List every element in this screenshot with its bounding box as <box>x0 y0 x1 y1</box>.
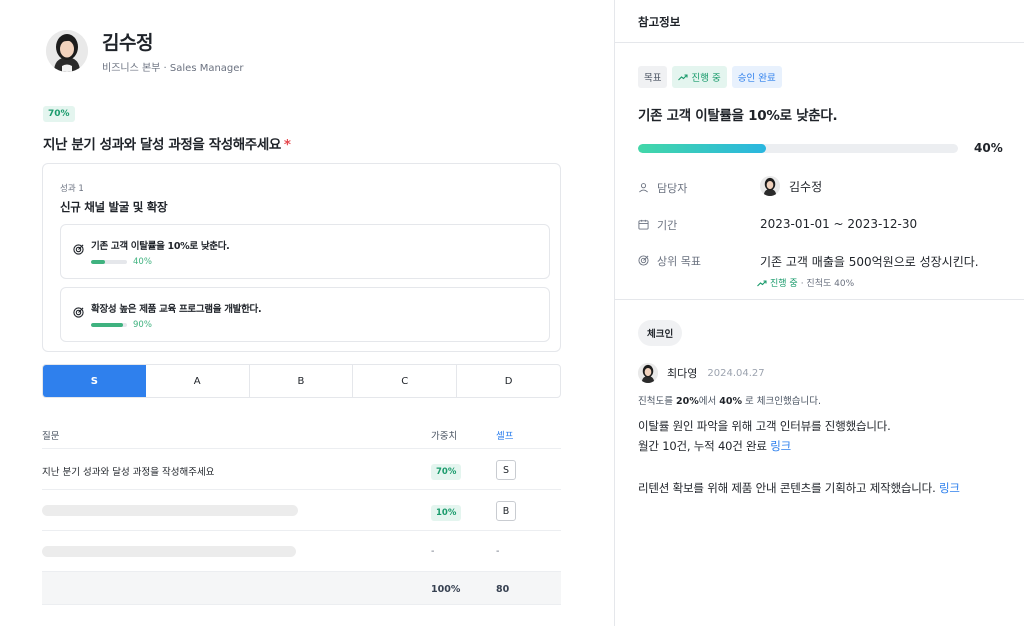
target-icon <box>73 307 84 318</box>
score-table: 질문 가중치 셀프 지난 분기 성과와 달성 과정을 작성해주세요 70% S … <box>42 416 561 605</box>
checkin-link[interactable]: 링크 <box>770 439 791 453</box>
avatar <box>638 363 658 383</box>
checkin-line: 월간 10건, 누적 40건 완료 <box>638 439 767 453</box>
owner-name: 김수정 <box>789 179 823 194</box>
row-question-placeholder <box>42 546 296 557</box>
avatar <box>46 30 88 72</box>
parent-goal-value[interactable]: 기존 고객 매출을 500억원으로 성장시킨다. <box>760 253 979 270</box>
checkin-link[interactable]: 링크 <box>939 481 960 495</box>
trending-up-icon <box>757 279 767 286</box>
grade-option-d[interactable]: D <box>457 365 560 397</box>
table-footer: 100% 80 <box>42 572 561 605</box>
checkin-author: 최다영 <box>667 367 698 380</box>
progress-from: 20% <box>676 396 699 407</box>
parent-goal-row: 상위 목표 기존 고객 매출을 500억원으로 성장시킨다. <box>638 253 979 270</box>
checkin-tab[interactable]: 체크인 <box>638 320 683 346</box>
required-mark: * <box>283 137 291 153</box>
checkin-line: 이탈률 원인 파악을 위해 고객 인터뷰를 진행했습니다. <box>638 419 891 433</box>
checkin-date: 2024.04.27 <box>707 367 765 379</box>
row-question: 지난 분기 성과와 달성 과정을 작성해주세요 <box>42 467 215 478</box>
header-question: 질문 <box>42 431 60 442</box>
header-self: 셀프 <box>496 431 514 442</box>
grade-option-b[interactable]: B <box>250 365 354 397</box>
period-label: 기간 <box>657 219 678 232</box>
status-badge: 진행 중 <box>672 66 727 88</box>
owner-row: 담당자 김수정 <box>638 176 823 196</box>
owner-label: 담당자 <box>657 182 688 195</box>
parent-status-label: 진행 중 <box>770 279 798 289</box>
period-row: 기간 2023-01-01 ~ 2023-12-30 <box>638 217 917 233</box>
total-weight: 100% <box>431 584 461 595</box>
panel-title: 참고정보 <box>615 0 1024 43</box>
goal-tag: 목표 <box>638 66 668 88</box>
parent-goal-status: 진행 중 · 진척도 40% <box>757 276 854 289</box>
progress-suffix: 로 체크인했습니다. <box>745 396 822 407</box>
row-self: - <box>496 546 500 557</box>
user-icon <box>639 183 648 193</box>
evaluation-pane: 김수정 비즈니스 본부 · Sales Manager 70% 지난 분기 성과… <box>0 0 615 626</box>
period-value: 2023-01-01 ~ 2023-12-30 <box>760 217 918 231</box>
checkin-progress-summary: 진척도를 20%에서 40% 로 체크인했습니다. <box>638 393 821 407</box>
approval-badge: 승인 완료 <box>731 66 782 88</box>
target-icon <box>638 255 649 266</box>
checkin-line: 리텐션 확보를 위해 제품 안내 콘텐츠를 기획하고 제작했습니다. <box>638 481 936 495</box>
goal-progress-label: 40% <box>974 141 1003 155</box>
target-icon <box>73 244 84 255</box>
table-row[interactable]: 지난 분기 성과와 달성 과정을 작성해주세요 70% S <box>42 449 561 490</box>
key-result-progress-label: 40% <box>133 257 152 267</box>
table-row[interactable]: 10% B <box>42 490 561 531</box>
trending-up-icon <box>678 74 689 81</box>
outcome-title: 신규 채널 발굴 및 확장 <box>60 200 168 214</box>
question-weight-badge: 70% <box>43 106 75 122</box>
row-weight-badge: 10% <box>431 505 462 521</box>
row-weight-badge: 70% <box>431 464 462 480</box>
progress-mid: 에서 <box>698 396 717 407</box>
outcome-label: 성과 1 <box>60 184 84 194</box>
key-result-progress-bar <box>91 323 127 327</box>
key-result-progress-label: 90% <box>133 320 152 330</box>
header-weight: 가중치 <box>431 431 458 442</box>
checkin-note-1: 이탈률 원인 파악을 위해 고객 인터뷰를 진행했습니다. 월간 10건, 누적… <box>638 416 891 456</box>
progress-prefix: 진척도를 <box>638 396 673 407</box>
parent-goal-label: 상위 목표 <box>657 255 701 268</box>
parent-progress-label: · 진척도 40% <box>800 279 855 289</box>
grade-option-a[interactable]: A <box>146 365 250 397</box>
grade-option-c[interactable]: C <box>353 365 458 397</box>
key-result-text: 기존 고객 이탈률을 10%로 낮춘다. <box>91 241 230 252</box>
owner-avatar <box>760 176 780 196</box>
divider <box>615 299 1024 300</box>
row-self-grade: B <box>496 501 516 521</box>
status-label: 진행 중 <box>691 73 721 84</box>
row-self-grade: S <box>496 460 516 480</box>
key-result-item[interactable]: 확장성 높은 제품 교육 프로그램을 개발한다. 90% <box>60 287 550 342</box>
row-weight: - <box>431 546 435 557</box>
grade-selector: S A B C D <box>42 364 561 398</box>
progress-to: 40% <box>719 396 743 407</box>
checkin-header: 최다영 2024.04.27 <box>638 363 765 383</box>
key-result-text: 확장성 높은 제품 교육 프로그램을 개발한다. <box>91 304 262 315</box>
question-title-text: 지난 분기 성과와 달성 과정을 작성해주세요 <box>43 137 281 153</box>
key-result-item[interactable]: 기존 고객 이탈률을 10%로 낮춘다. 40% <box>60 224 550 279</box>
calendar-icon <box>638 219 649 230</box>
goal-tags: 목표 진행 중 승인 완료 <box>638 66 782 88</box>
profile-name: 김수정 <box>102 32 153 54</box>
reference-panel: 참고정보 목표 진행 중 승인 완료 기존 고객 이탈률을 10%로 낮춘다. … <box>614 0 1024 626</box>
profile-subtitle: 비즈니스 본부 · Sales Manager <box>102 63 244 74</box>
key-result-progress-bar <box>91 260 127 264</box>
goal-progress-bar <box>638 144 958 153</box>
total-self-score: 80 <box>496 584 510 595</box>
profile-header: 김수정 비즈니스 본부 · Sales Manager <box>46 28 244 74</box>
table-header: 질문 가중치 셀프 <box>42 416 561 449</box>
outcome-card: 성과 1 신규 채널 발굴 및 확장 기존 고객 이탈률을 10%로 낮춘다. … <box>42 163 561 352</box>
goal-title: 기존 고객 이탈률을 10%로 낮춘다. <box>638 108 838 124</box>
row-question-placeholder <box>42 505 298 516</box>
grade-option-s[interactable]: S <box>43 365 146 397</box>
table-row[interactable]: - - <box>42 531 561 572</box>
checkin-note-2: 리텐션 확보를 위해 제품 안내 콘텐츠를 기획하고 제작했습니다. 링크 <box>638 478 960 498</box>
question-title: 지난 분기 성과와 달성 과정을 작성해주세요 * <box>43 133 291 153</box>
